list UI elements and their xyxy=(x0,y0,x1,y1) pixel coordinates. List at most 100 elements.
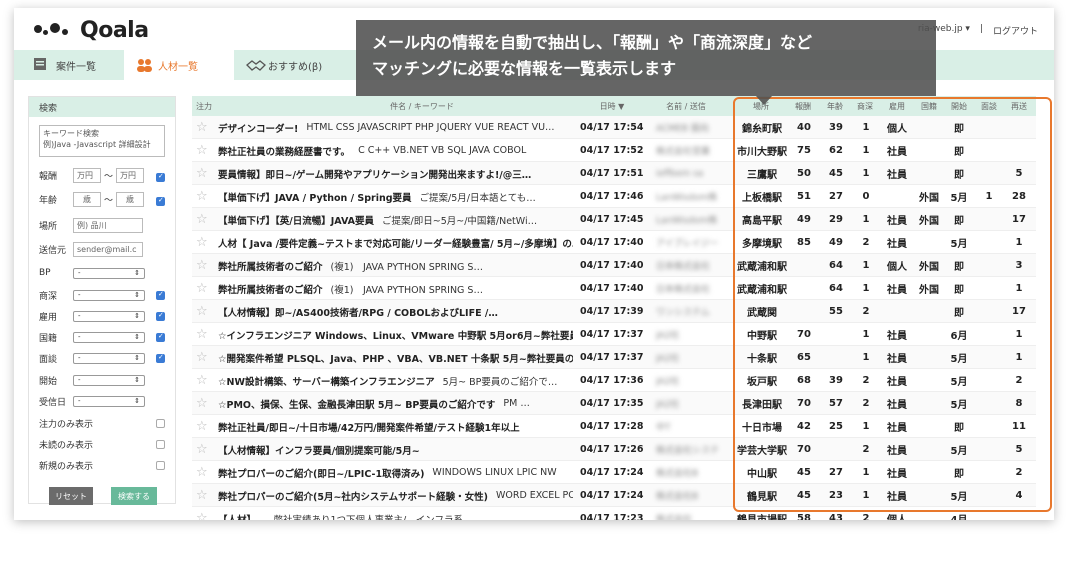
age-checkbox[interactable] xyxy=(156,196,165,206)
depth-checkbox[interactable] xyxy=(156,290,165,300)
star-icon[interactable]: ☆ xyxy=(196,392,214,415)
tab-talents[interactable]: 人材一覧 xyxy=(124,50,234,80)
row-keywords: ご提案/5月/日本語とても… xyxy=(419,192,536,204)
employ-select[interactable]: - ⇕ xyxy=(73,310,145,322)
header-subject: 件名 / キーワード xyxy=(390,101,454,111)
star-icon[interactable]: ☆ xyxy=(196,139,214,162)
table-row[interactable]: ☆ 【単価下げ】JAVA / Python / Spring要員 ご提案/5月/日本… xyxy=(192,185,1036,208)
tab-projects[interactable]: 案件一覧 xyxy=(24,50,124,80)
nation-checkbox[interactable] xyxy=(156,332,165,342)
row-sender: ワンシステム xyxy=(656,308,710,318)
age-min-input[interactable]: 歳 xyxy=(73,191,101,207)
star-icon[interactable]: ☆ xyxy=(196,231,214,254)
header-focus: 注力 xyxy=(196,101,212,111)
age-max-input[interactable]: 歳 xyxy=(116,191,145,207)
employ-checkbox[interactable] xyxy=(156,311,165,321)
row-start: 5月 xyxy=(950,446,968,457)
row-resend: 17 xyxy=(1012,214,1026,225)
table-row[interactable]: ☆ 弊社所属技術者のご紹介 (複1) JAVA PYTHON SPRING S… 04… xyxy=(192,277,1036,300)
received-select[interactable]: - ⇕ xyxy=(73,395,145,407)
logo[interactable]: Qoala xyxy=(34,18,149,43)
received-label: 受信日 xyxy=(39,397,67,408)
row-resend: 17 xyxy=(1012,306,1026,317)
row-place: 高島平駅 xyxy=(742,216,782,227)
focus-only-checkbox[interactable] xyxy=(156,419,165,428)
header-nation: 国籍 xyxy=(921,101,937,111)
table-row[interactable]: ☆ ☆インフラエンジニア Windows、Linux、VMware 中野駅 5月o… xyxy=(192,323,1036,346)
fee-max-input[interactable]: 万円 xyxy=(116,167,145,183)
row-employ: 社員 xyxy=(887,377,907,388)
handshake-icon xyxy=(246,58,266,72)
nation-select[interactable]: - ⇕ xyxy=(73,331,145,343)
row-employ: 社員 xyxy=(887,331,907,342)
star-icon[interactable]: ☆ xyxy=(196,277,214,300)
star-icon[interactable]: ☆ xyxy=(196,346,214,369)
table-row[interactable]: ☆ ☆開発案件希望 PLSQL、Java、PHP 、VBA、VB.NET 十条駅 … xyxy=(192,346,1036,369)
table-row[interactable]: ☆ ☆PMO、損保、生保、金融長津田駅 5月~ BP要員のご紹介です PM … 04/… xyxy=(192,392,1036,415)
star-icon[interactable]: ☆ xyxy=(196,507,214,520)
table-row[interactable]: ☆ 要員情報】即日~/ゲーム開発やアプリケーション開発出来ますよ!/@三… 04/1… xyxy=(192,162,1036,185)
callout-line-1: メール内の情報を自動で抽出し、「報酬」や「商流深度」など xyxy=(372,33,813,52)
star-icon[interactable]: ☆ xyxy=(196,438,214,461)
header-date[interactable]: 日時 ▼ xyxy=(587,96,637,116)
row-resend: 8 xyxy=(1015,398,1023,409)
table-row[interactable]: ☆ 弊社プロパーのご紹介(5月~社内システムサポート経験・女性) WORD EXCE… xyxy=(192,484,1036,507)
row-sender: ACMEB 振向 xyxy=(656,124,709,134)
table-row[interactable]: ☆ デザインコーダー! HTML CSS JAVASCRIPT PHP JQUERY… xyxy=(192,116,1036,139)
start-select[interactable]: - ⇕ xyxy=(73,374,145,386)
row-fee xyxy=(790,277,818,300)
star-icon[interactable]: ☆ xyxy=(196,116,214,139)
row-nation xyxy=(914,461,944,484)
star-icon[interactable]: ☆ xyxy=(196,461,214,484)
row-interview xyxy=(974,208,1004,231)
star-icon[interactable]: ☆ xyxy=(196,254,214,277)
place-input[interactable]: 例) 品川 xyxy=(73,217,143,233)
star-icon[interactable]: ☆ xyxy=(196,162,214,185)
logout-link[interactable]: ログアウト xyxy=(993,24,1038,37)
interview-checkbox[interactable] xyxy=(156,353,165,363)
row-subject: 弊社プロパーのご紹介(即日~/LPIC-1取得済み) WINDOWS LINUX … xyxy=(218,467,557,480)
table-row[interactable]: ☆ 弊社所属技術者のご紹介 (複1) JAVA PYTHON SPRING S… 04… xyxy=(192,254,1036,277)
star-icon[interactable]: ☆ xyxy=(196,484,214,507)
star-icon[interactable]: ☆ xyxy=(196,208,214,231)
table-row[interactable]: ☆ 人材【 Java /要件定義~テストまで対応可能/リーダー経験豊富/ 5月~/… xyxy=(192,231,1036,254)
table-row[interactable]: ☆ 弊社正社員の業務経歴書です。 C C++ VB.NET VB SQL JAVA … xyxy=(192,139,1036,162)
unread-only-checkbox[interactable] xyxy=(156,440,165,449)
logo-text: Qoala xyxy=(80,18,149,43)
row-depth: 0 xyxy=(862,191,870,202)
new-only-checkbox[interactable] xyxy=(156,461,165,470)
table-row[interactable]: ☆ ☆NW設計構築、サーバー構築インフラエンジニア 5月~ BP要員のご紹介で… 04… xyxy=(192,369,1036,392)
star-icon[interactable]: ☆ xyxy=(196,369,214,392)
search-button[interactable]: 検索する xyxy=(111,487,157,505)
header-age[interactable]: 年齢 xyxy=(820,96,850,116)
row-resend: 1 xyxy=(1015,283,1023,294)
bp-select[interactable]: - ⇕ xyxy=(73,267,145,279)
row-employ: 個人 xyxy=(882,507,912,520)
star-icon[interactable]: ☆ xyxy=(196,300,214,323)
row-subject: 【人材情報】インフラ要員/個別提案可能/5月~ xyxy=(218,445,420,457)
star-icon[interactable]: ☆ xyxy=(196,185,214,208)
table-row[interactable]: ☆ 【人材情報】インフラ要員/個別提案可能/5月~ 04/17 17:26 株式会社シ… xyxy=(192,438,1036,461)
keyword-search-input[interactable]: キーワード検索 例)Java -Javascript 詳細設計 xyxy=(39,125,165,157)
row-interview xyxy=(974,231,1004,254)
start-label: 開始 xyxy=(39,376,58,387)
interview-select[interactable]: - ⇕ xyxy=(73,352,145,364)
nation-label: 国籍 xyxy=(39,333,58,344)
row-place: 鶴見駅 xyxy=(747,492,777,503)
reset-button[interactable]: リセット xyxy=(49,487,93,505)
table-row[interactable]: ☆ 【人材情報】即~/AS400技術者/RPG / COBOLおよびLIFE /…… xyxy=(192,300,1036,323)
header-fee[interactable]: 報酬 xyxy=(788,96,818,116)
sender-input[interactable]: sender@mail.c xyxy=(73,241,143,257)
table-row[interactable]: ☆ 弊社正社員/即日~/十日市場/42万円/開発案件希望/テスト経験1年以上 04/… xyxy=(192,415,1036,438)
table-row[interactable]: ☆ 【人材】 …弊社実績あり1つ下個人事業主/…インフラ系… 04/17 17:23 株… xyxy=(192,507,1036,520)
fee-checkbox[interactable] xyxy=(156,172,165,182)
table-row[interactable]: ☆ 【単価下げ】【英/日流暢】JAVA要員 ご提案/即日~5月~/中国籍/NetWi… xyxy=(192,208,1036,231)
table-row[interactable]: ☆ 弊社プロパーのご紹介(即日~/LPIC-1取得済み) WINDOWS LINUX… xyxy=(192,461,1036,484)
star-icon[interactable]: ☆ xyxy=(196,415,214,438)
tab-recommend[interactable]: おすすめ(β) xyxy=(234,50,344,80)
star-icon[interactable]: ☆ xyxy=(196,323,214,346)
fee-min-input[interactable]: 万円 xyxy=(73,167,101,183)
row-nation xyxy=(914,346,944,369)
depth-select[interactable]: - ⇕ xyxy=(73,289,145,301)
range-sep: 〜 xyxy=(104,195,114,206)
